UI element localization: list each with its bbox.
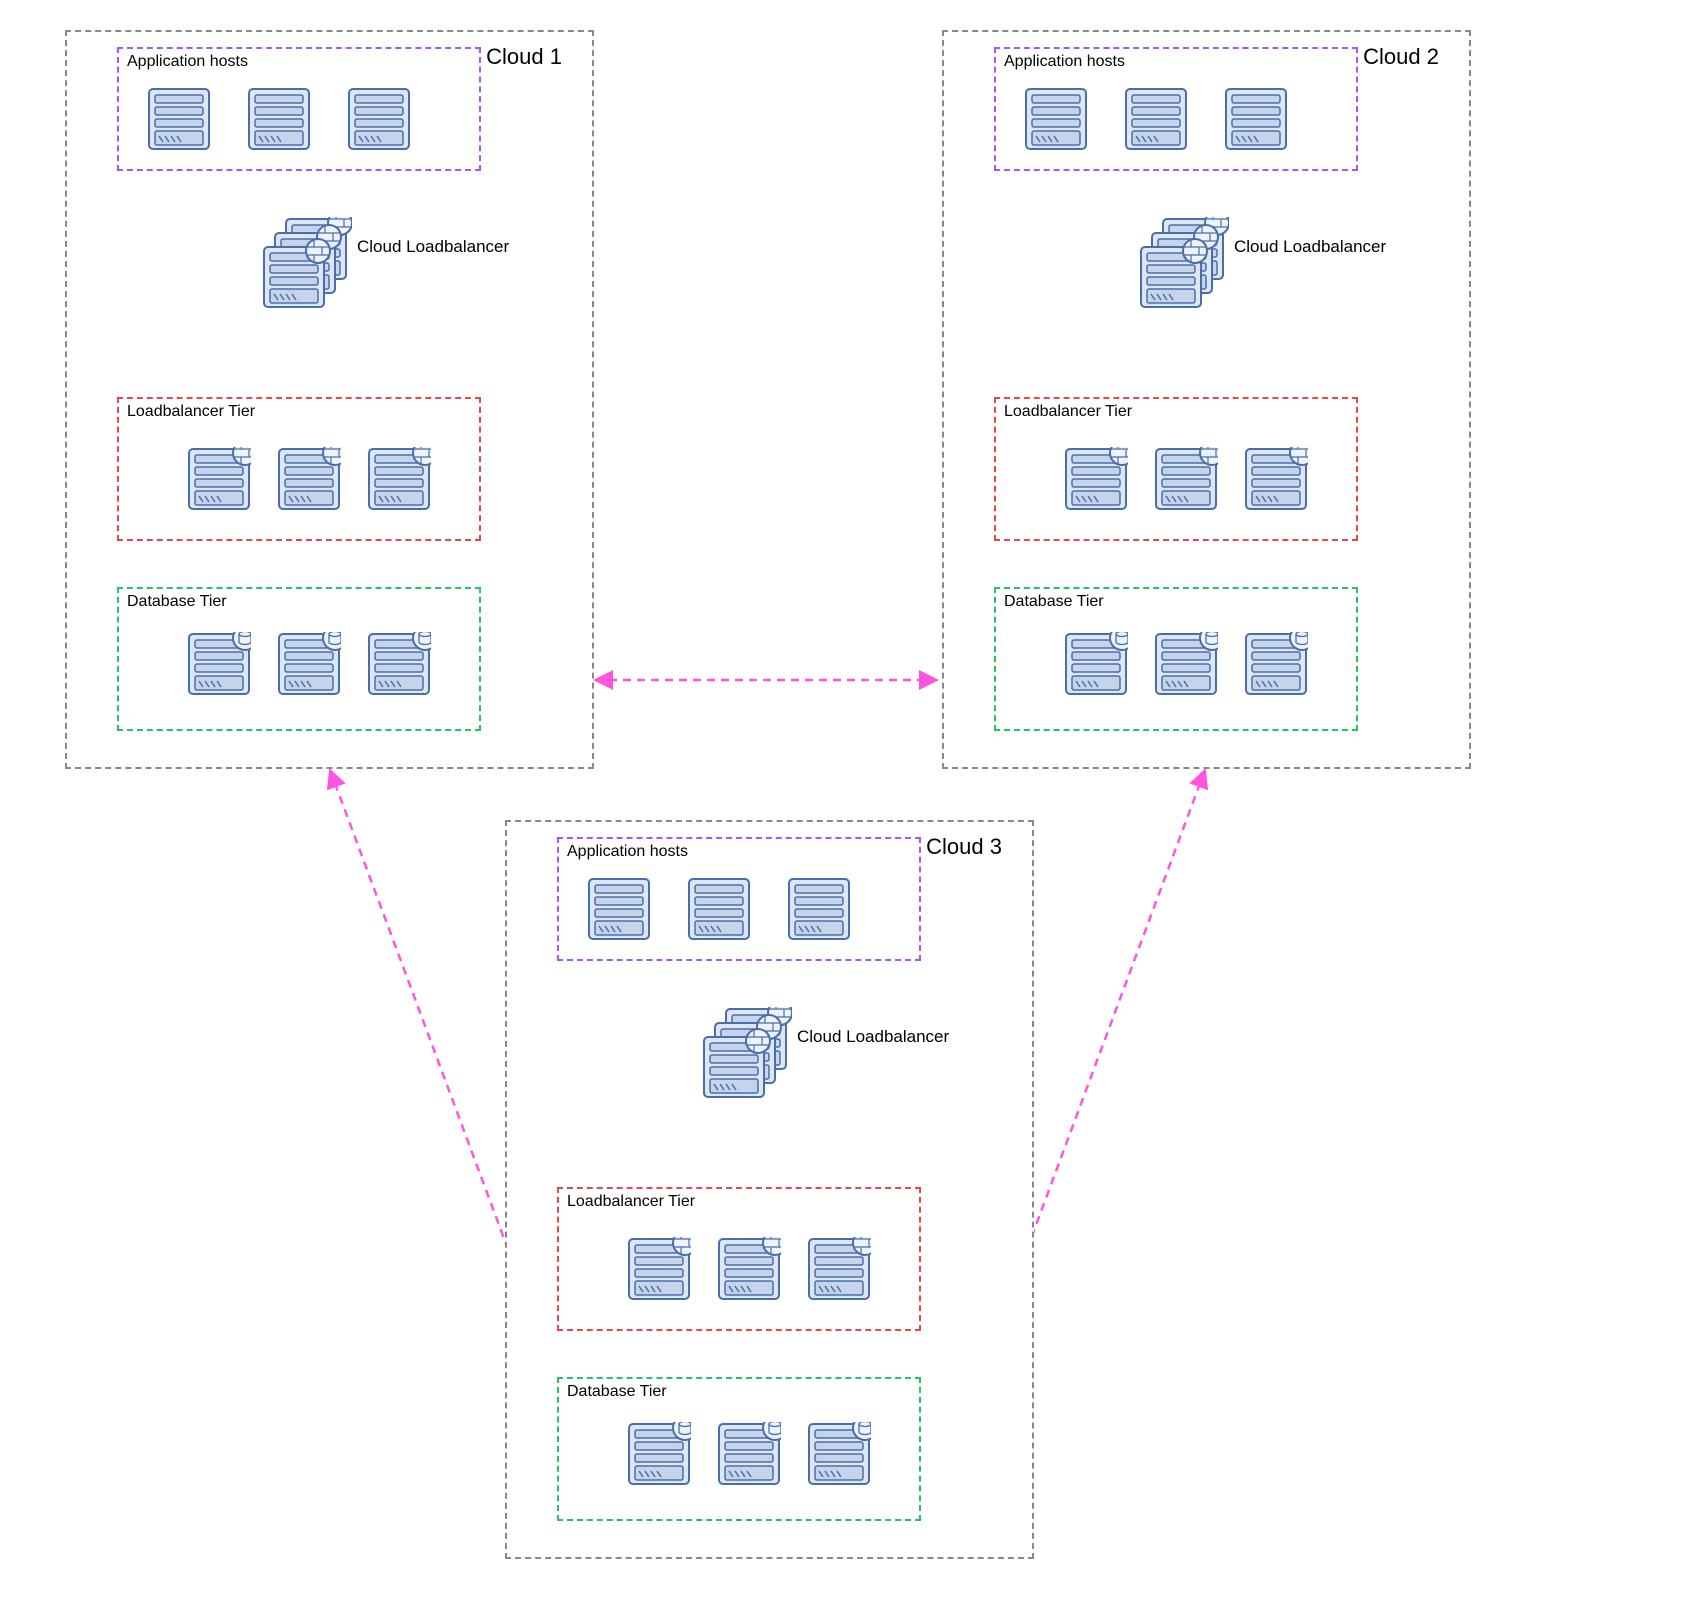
cloud3-app-label: Application hosts bbox=[567, 843, 688, 861]
cloud3-db-label: Database Tier bbox=[567, 1383, 667, 1401]
db-server-icon bbox=[187, 632, 251, 696]
server-icon bbox=[247, 87, 311, 151]
cloud2-cloudlb-label: Cloud Loadbalancer bbox=[1234, 237, 1386, 257]
cloud3-cloudlb-label: Cloud Loadbalancer bbox=[797, 1027, 949, 1047]
cloud2-lb-label: Loadbalancer Tier bbox=[1004, 403, 1132, 421]
server-icon bbox=[1024, 87, 1088, 151]
cloud1-box: Cloud 1 Application hosts Cloud Loadbala… bbox=[65, 30, 594, 769]
server-icon bbox=[347, 87, 411, 151]
cloud3-box: Cloud 3 Application hosts Cloud Loadbala… bbox=[505, 820, 1034, 1559]
cloud1-lb-label: Loadbalancer Tier bbox=[127, 403, 255, 421]
firewall-server-icon bbox=[277, 447, 341, 511]
firewall-server-icon bbox=[187, 447, 251, 511]
server-icon bbox=[1124, 87, 1188, 151]
server-icon bbox=[687, 877, 751, 941]
cloud3-title: Cloud 3 bbox=[926, 834, 1002, 860]
db-server-icon bbox=[627, 1422, 691, 1486]
cloud2-app-label: Application hosts bbox=[1004, 53, 1125, 71]
db-server-icon bbox=[367, 632, 431, 696]
firewall-server-icon bbox=[367, 447, 431, 511]
firewall-server-icon bbox=[807, 1237, 871, 1301]
db-server-icon bbox=[1154, 632, 1218, 696]
cloud2-db-label: Database Tier bbox=[1004, 593, 1104, 611]
firewall-server-icon bbox=[1064, 447, 1128, 511]
cloud1-app-label: Application hosts bbox=[127, 53, 248, 71]
db-server-icon bbox=[1244, 632, 1308, 696]
db-server-icon bbox=[807, 1422, 871, 1486]
firewall-server-icon bbox=[1244, 447, 1308, 511]
cloud3-lb-label: Loadbalancer Tier bbox=[567, 1193, 695, 1211]
server-icon bbox=[587, 877, 651, 941]
firewall-server-icon bbox=[717, 1237, 781, 1301]
firewall-server-icon bbox=[1154, 447, 1218, 511]
cloud1-cloudlb-label: Cloud Loadbalancer bbox=[357, 237, 509, 257]
db-server-icon bbox=[277, 632, 341, 696]
cloud1-db-label: Database Tier bbox=[127, 593, 227, 611]
cloud2-title: Cloud 2 bbox=[1363, 44, 1439, 70]
loadbalancer-stack-icon bbox=[1139, 217, 1229, 317]
diagram-canvas: Cloud 1 Application hosts Cloud Loadbala… bbox=[20, 20, 1706, 1596]
cloud2-box: Cloud 2 Application hosts Cloud Loadbala… bbox=[942, 30, 1471, 769]
server-icon bbox=[787, 877, 851, 941]
server-icon bbox=[147, 87, 211, 151]
firewall-server-icon bbox=[627, 1237, 691, 1301]
db-server-icon bbox=[1064, 632, 1128, 696]
loadbalancer-stack-icon bbox=[702, 1007, 792, 1107]
loadbalancer-stack-icon bbox=[262, 217, 352, 317]
cloud1-title: Cloud 1 bbox=[486, 44, 562, 70]
db-server-icon bbox=[717, 1422, 781, 1486]
server-icon bbox=[1224, 87, 1288, 151]
